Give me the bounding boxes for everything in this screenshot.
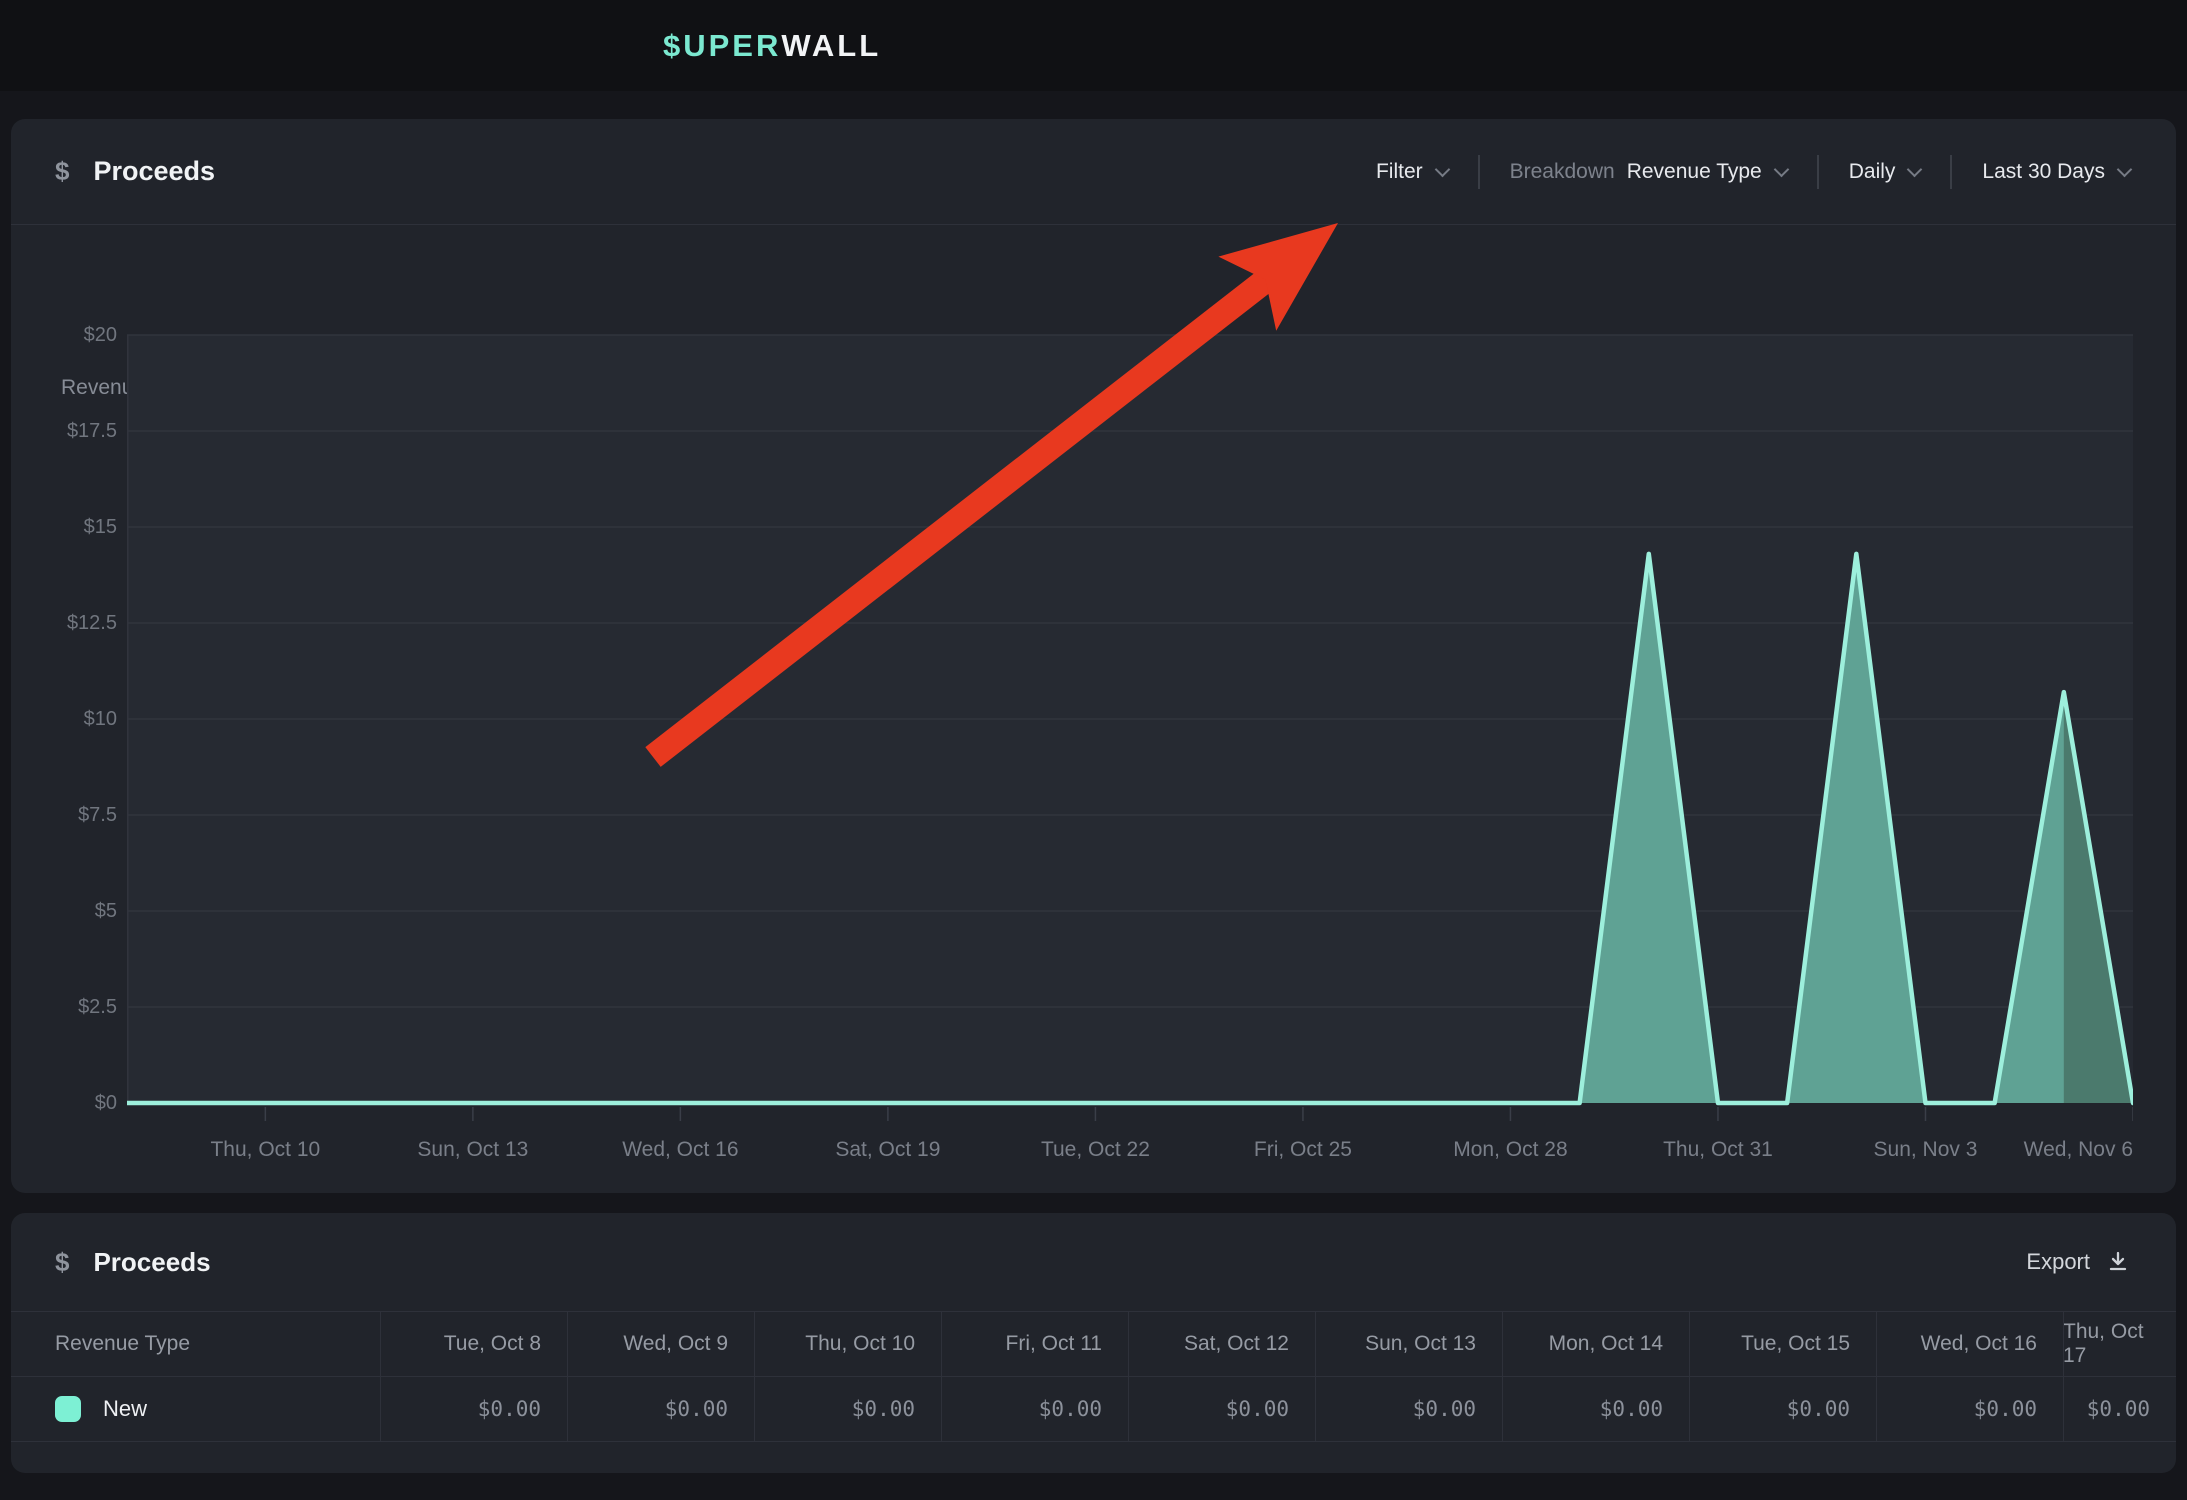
x-axis-tick-label: Thu, Oct 31 (1663, 1133, 1773, 1167)
logo-secondary: WALL (781, 28, 881, 64)
chevron-down-icon (1434, 161, 1450, 177)
table-cell: $0.00 (1315, 1376, 1502, 1441)
x-axis-tick-label: Sat, Oct 19 (835, 1133, 940, 1167)
table-column-header: Wed, Oct 16 (1876, 1311, 2063, 1376)
export-label: Export (2026, 1249, 2090, 1275)
table-column-header: Mon, Oct 14 (1502, 1311, 1689, 1376)
filter-label: Filter (1376, 160, 1423, 184)
proceeds-table-panel: $ Proceeds Export Revenue TypeTue, Oct 8… (11, 1213, 2176, 1473)
table-column-header: Wed, Oct 9 (567, 1311, 754, 1376)
y-axis-tick-label: $17.5 (0, 416, 117, 446)
x-axis-tick-label: Wed, Oct 16 (622, 1133, 738, 1167)
table-cell: $0.00 (1128, 1376, 1315, 1441)
table-cell: $0.00 (1689, 1376, 1876, 1441)
chevron-down-icon (1907, 161, 1923, 177)
legend-swatch (55, 1396, 81, 1422)
breakdown-dropdown[interactable]: Breakdown Revenue Type (1510, 160, 1787, 184)
table-column-header: Sun, Oct 13 (1315, 1311, 1502, 1376)
chart-panel-header: $ Proceeds Filter Breakdown Revenue Type… (11, 119, 2176, 224)
granularity-value: Daily (1849, 160, 1896, 184)
panel-title: Proceeds (93, 1247, 210, 1278)
panel-title: Proceeds (93, 156, 215, 187)
y-axis-tick-label: $7.5 (0, 800, 117, 830)
chart-panel-title-group: $ Proceeds (55, 119, 215, 224)
download-icon (2106, 1250, 2130, 1274)
x-axis-tick-label: Mon, Oct 28 (1453, 1133, 1567, 1167)
y-axis-tick-label: $10 (0, 704, 117, 734)
chevron-down-icon (1773, 161, 1789, 177)
table-divider (11, 1441, 2176, 1442)
y-axis-tick-label: $5 (0, 896, 117, 926)
top-bar: $UPERWALL (0, 0, 2187, 91)
table-panel-title-group: $ Proceeds (55, 1213, 211, 1311)
y-axis-tick-label: $20 (0, 320, 117, 350)
table-cell: $0.00 (754, 1376, 941, 1441)
x-axis-tick-label: Thu, Oct 10 (210, 1133, 320, 1167)
filter-dropdown[interactable]: Filter (1376, 160, 1448, 184)
divider (1817, 155, 1819, 189)
x-axis-labels: Thu, Oct 10 Sun, Oct 13 Wed, Oct 16 Sat, Oc… (127, 1133, 2133, 1167)
table-cell: $0.00 (1502, 1376, 1689, 1441)
x-axis-tick-label: Fri, Oct 25 (1254, 1133, 1352, 1167)
x-axis-tick-label: Sun, Nov 3 (1874, 1133, 1978, 1167)
y-axis-tick-label: $15 (0, 512, 117, 542)
table-column-header: Sat, Oct 12 (1128, 1311, 1315, 1376)
x-axis-tick-label: Tue, Oct 22 (1041, 1133, 1150, 1167)
table-cell: $0.00 (1876, 1376, 2063, 1441)
table-column-header: Fri, Oct 11 (941, 1311, 1128, 1376)
stacked-area-chart (127, 331, 2133, 1126)
divider (1950, 155, 1952, 189)
table-cell: $0.00 (2063, 1376, 2176, 1441)
date-range-value: Last 30 Days (1982, 160, 2105, 184)
superwall-logo[interactable]: $UPERWALL (663, 0, 881, 91)
dashboard-page: $UPERWALL $ Proceeds Filter Breakdown Re… (0, 0, 2187, 1500)
x-axis-tick-label: Wed, Nov 6 (2024, 1133, 2133, 1167)
logo-primary: $UPER (663, 28, 781, 64)
table-column-header: Revenue Type (11, 1311, 380, 1376)
table-column-header: Tue, Oct 8 (380, 1311, 567, 1376)
y-axis-tick-label: $0 (0, 1088, 117, 1118)
x-axis-tick-label: Sun, Oct 13 (417, 1133, 528, 1167)
dollar-icon: $ (55, 156, 69, 187)
table-cell: $0.00 (941, 1376, 1128, 1441)
table-column-header: Thu, Oct 10 (754, 1311, 941, 1376)
table-column-header: Tue, Oct 15 (1689, 1311, 1876, 1376)
chart-controls: Filter Breakdown Revenue Type Daily Last… (1376, 119, 2130, 224)
y-axis-tick-label: $12.5 (0, 608, 117, 638)
granularity-dropdown[interactable]: Daily (1849, 160, 1921, 184)
chevron-down-icon (2117, 161, 2133, 177)
table-panel-header: $ Proceeds Export (11, 1213, 2176, 1311)
breakdown-label: Breakdown (1510, 160, 1615, 184)
table-column-header: Thu, Oct 17 (2063, 1311, 2176, 1376)
y-axis-labels: $0$2.5$5$7.5$10$12.5$15$17.5$20 (0, 331, 117, 1126)
row-label-text: New (103, 1396, 147, 1422)
table-cell: $0.00 (380, 1376, 567, 1441)
export-button[interactable]: Export (2026, 1213, 2130, 1311)
table-row-label[interactable]: New (11, 1376, 380, 1441)
y-axis-tick-label: $2.5 (0, 992, 117, 1022)
dollar-icon: $ (55, 1247, 69, 1278)
breakdown-value: Revenue Type (1627, 160, 1762, 184)
date-range-dropdown[interactable]: Last 30 Days (1982, 160, 2130, 184)
divider (1478, 155, 1480, 189)
header-divider (11, 224, 2176, 225)
table-cell: $0.00 (567, 1376, 754, 1441)
chart-plot-area[interactable] (127, 331, 2133, 1126)
